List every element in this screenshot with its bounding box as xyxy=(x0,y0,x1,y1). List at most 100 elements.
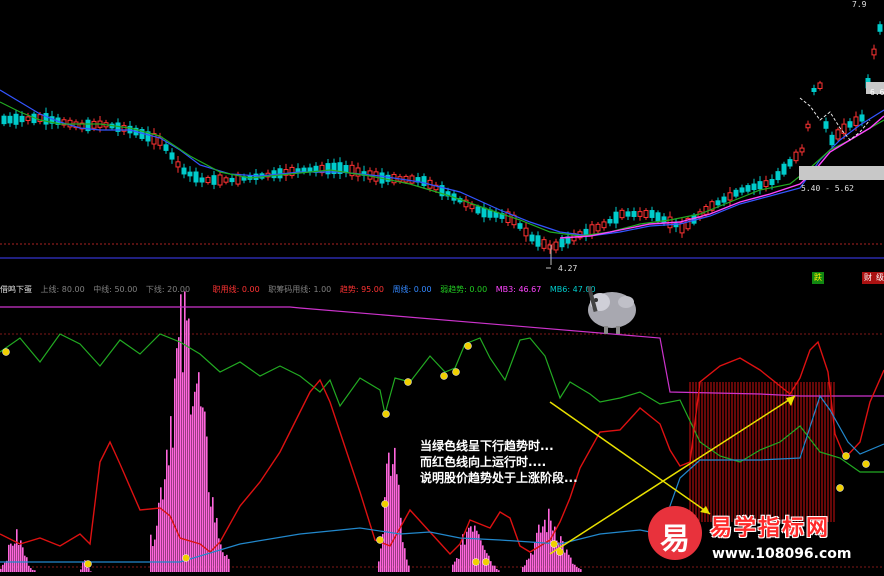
histogram-bar xyxy=(154,539,156,572)
histogram-bar xyxy=(30,568,32,572)
candle xyxy=(229,174,235,186)
candle xyxy=(217,172,223,188)
histogram-bar xyxy=(496,569,498,572)
histogram-bar xyxy=(380,548,382,572)
histogram-bar xyxy=(10,543,12,572)
candle xyxy=(169,148,175,164)
signal-dot xyxy=(404,378,412,386)
signal-dot xyxy=(482,558,490,566)
candle xyxy=(649,206,655,222)
candle xyxy=(331,158,337,179)
histogram-bar xyxy=(478,534,480,572)
histogram-bar xyxy=(396,474,398,572)
candle xyxy=(223,175,229,185)
histogram-bar xyxy=(558,542,560,572)
candle xyxy=(811,84,817,96)
histogram-bar xyxy=(224,556,226,572)
candle xyxy=(463,195,469,212)
histogram-bar xyxy=(24,555,26,572)
histogram-bar xyxy=(150,534,152,572)
signal-dot xyxy=(452,368,460,376)
candle xyxy=(601,218,607,231)
histogram-bar xyxy=(200,406,202,572)
histogram-bar xyxy=(494,565,496,572)
signal-dot xyxy=(550,540,558,548)
candle xyxy=(313,162,319,177)
histogram-bar xyxy=(378,561,380,572)
histogram-bar xyxy=(188,318,190,572)
signal-dot xyxy=(182,554,190,562)
signal-dot xyxy=(382,410,390,418)
top-price-label: 7.9 xyxy=(852,0,867,9)
candle xyxy=(181,163,187,179)
candle xyxy=(631,207,637,221)
histogram-bar xyxy=(546,532,548,572)
histogram-bar xyxy=(160,487,162,572)
candle xyxy=(757,176,763,195)
candle xyxy=(637,207,643,221)
histogram-bar xyxy=(482,545,484,572)
histogram-bar xyxy=(194,391,196,572)
histogram-bar xyxy=(220,544,222,572)
price-chart-panel[interactable] xyxy=(0,0,884,282)
watermark-title: 易学指标网 xyxy=(710,516,831,541)
candlestick-series xyxy=(1,21,883,254)
histogram-bar xyxy=(22,547,24,572)
histogram-bar xyxy=(544,519,546,572)
histogram-bar xyxy=(472,531,474,572)
histogram-bar xyxy=(152,546,154,572)
annotation-text: 当绿色线呈下行趋势时... 而红色线向上运行时.... 说明股价趋势处于上涨阶段… xyxy=(420,438,578,486)
histogram-bar xyxy=(164,479,166,572)
histogram-bar xyxy=(388,452,390,572)
candle xyxy=(787,156,793,169)
histogram-bar xyxy=(460,544,462,572)
candle xyxy=(643,208,649,220)
histogram-bar xyxy=(156,525,158,572)
candle xyxy=(349,161,355,180)
histogram-bar xyxy=(576,567,578,572)
histogram-bar xyxy=(404,548,406,572)
histogram-bar xyxy=(8,544,10,572)
candle xyxy=(535,231,541,251)
candle xyxy=(505,208,511,227)
candle xyxy=(739,184,745,196)
histogram-bar xyxy=(206,436,208,572)
histogram-bar xyxy=(184,291,186,572)
candle xyxy=(799,144,805,156)
histogram-bar xyxy=(456,558,458,572)
candle xyxy=(781,161,787,177)
candle xyxy=(877,21,883,35)
histogram-bar xyxy=(480,540,482,572)
candle xyxy=(361,165,367,182)
candle xyxy=(13,109,19,129)
candle xyxy=(319,161,325,177)
signal-dot xyxy=(464,342,472,350)
annotation-line-1: 当绿色线呈下行趋势时... xyxy=(420,439,554,453)
candle xyxy=(163,141,169,154)
candle xyxy=(145,126,151,147)
candle xyxy=(871,44,877,60)
signal-dot xyxy=(440,372,448,380)
histogram-bar xyxy=(4,562,6,572)
signal-dot xyxy=(472,558,480,566)
histogram-bar xyxy=(208,492,210,572)
histogram-bar xyxy=(498,570,500,572)
candle xyxy=(43,107,49,130)
candle xyxy=(295,163,301,178)
histogram-bar xyxy=(386,463,388,572)
candle xyxy=(325,158,331,179)
candle xyxy=(289,164,295,179)
candle xyxy=(595,221,601,234)
candle xyxy=(151,128,157,150)
histogram-bar xyxy=(522,566,524,572)
histogram-bar xyxy=(390,475,392,572)
candle xyxy=(79,119,85,133)
candle xyxy=(481,202,487,223)
watermark-url: www.108096.com xyxy=(712,546,852,562)
candle xyxy=(661,213,667,227)
histogram-bar xyxy=(454,561,456,572)
histogram-bar xyxy=(566,549,568,572)
signal-dot xyxy=(376,536,384,544)
histogram-bar xyxy=(542,526,544,572)
histogram-bar xyxy=(190,414,192,572)
